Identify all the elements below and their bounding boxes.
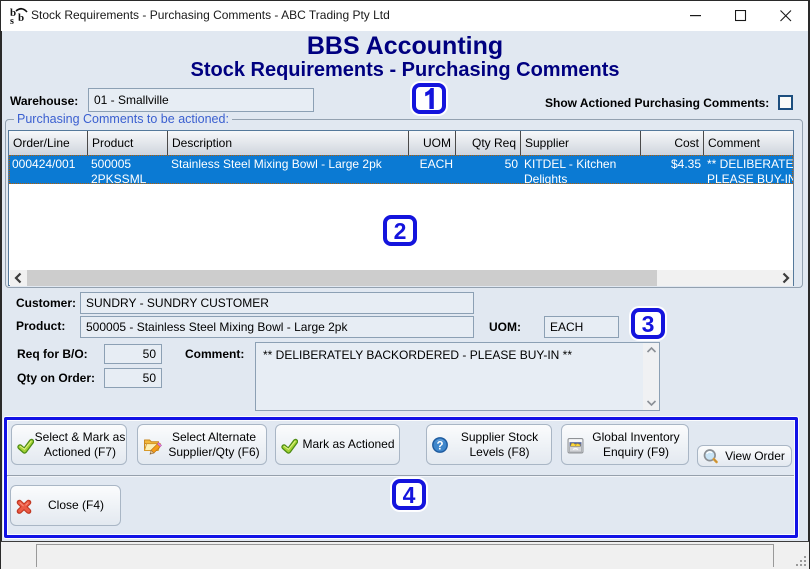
svg-text:b: b [18, 12, 24, 24]
svg-text:?: ? [436, 440, 443, 452]
svg-text:s: s [10, 16, 14, 27]
